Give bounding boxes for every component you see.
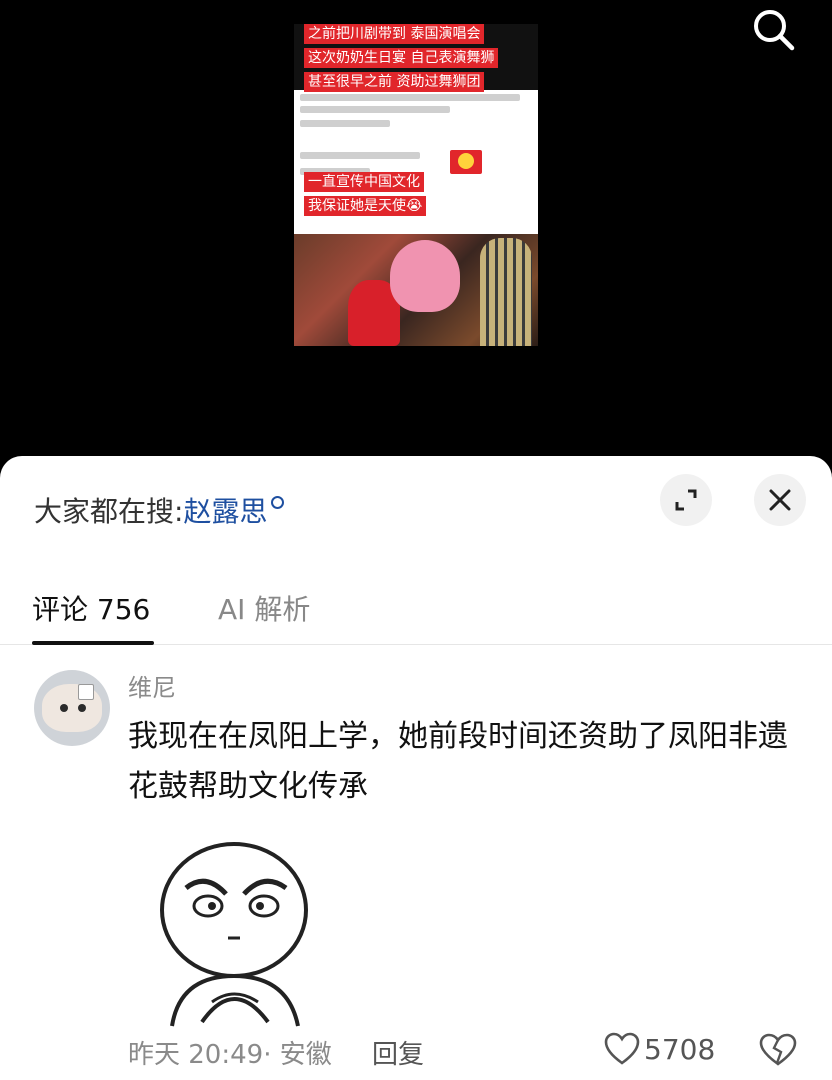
- comments-sheet: 大家都在搜:赵露思 评论 756 AI 解析 维尼 我现在在凤阳上学，她前段时间…: [0, 456, 832, 1080]
- tab-comments[interactable]: 评论 756: [32, 588, 150, 628]
- search-button[interactable]: [748, 4, 800, 56]
- close-button[interactable]: [754, 474, 806, 526]
- comment-text: 我现在在凤阳上学，她前段时间还资助了凤阳非遗花鼓帮助文化传承: [128, 719, 788, 804]
- heart-icon: [604, 1032, 640, 1065]
- video-frame: 之前把川剧带到 泰国演唱会 这次奶奶生日宴 自己表演舞狮 甚至很早之前 资助过舞…: [294, 24, 538, 346]
- close-icon: [769, 489, 791, 511]
- search-icon: [754, 10, 795, 51]
- video-caption: 这次奶奶生日宴 自己表演舞狮: [304, 48, 499, 68]
- avatar[interactable]: [34, 670, 110, 746]
- trending-prefix: 大家都在搜:: [34, 495, 184, 528]
- search-small-icon: [271, 496, 285, 509]
- comment-item: 维尼 我现在在凤阳上学，她前段时间还资助了凤阳非遗花鼓帮助文化传承 昨天 20:…: [0, 646, 832, 1080]
- lion-dance-figure: [390, 240, 460, 312]
- like-button[interactable]: 5708: [604, 1032, 715, 1072]
- video-player[interactable]: 之前把川剧带到 泰国演唱会 这次奶奶生日宴 自己表演舞狮 甚至很早之前 资助过舞…: [0, 0, 832, 470]
- comment-meta: 昨天 20:49· 安徽: [128, 1040, 332, 1070]
- crying-emoji-icon: [450, 150, 482, 174]
- active-tab-indicator: [32, 641, 154, 645]
- trending-keyword-link[interactable]: 赵露思: [183, 495, 267, 528]
- expand-icon: [675, 489, 697, 511]
- reply-button[interactable]: 回复: [372, 1034, 424, 1071]
- dislike-button[interactable]: [758, 1032, 802, 1072]
- sticker-image[interactable]: [128, 826, 342, 1038]
- like-count: 5708: [644, 1032, 716, 1066]
- expand-button[interactable]: [660, 474, 712, 526]
- video-scene: [294, 234, 538, 346]
- comment-author[interactable]: 维尼: [128, 668, 176, 703]
- video-caption: 一直宣传中国文化: [304, 172, 424, 192]
- comment-tabs: 评论 756 AI 解析: [0, 568, 832, 645]
- trending-search[interactable]: 大家都在搜:赵露思: [34, 490, 285, 530]
- tab-ai-analysis[interactable]: AI 解析: [218, 588, 310, 628]
- video-caption: 之前把川剧带到 泰国演唱会: [304, 24, 485, 44]
- broken-heart-icon: [759, 1033, 797, 1066]
- video-caption: 甚至很早之前 资助过舞狮团: [304, 72, 485, 92]
- video-caption: 我保证她是天使😭: [304, 196, 427, 216]
